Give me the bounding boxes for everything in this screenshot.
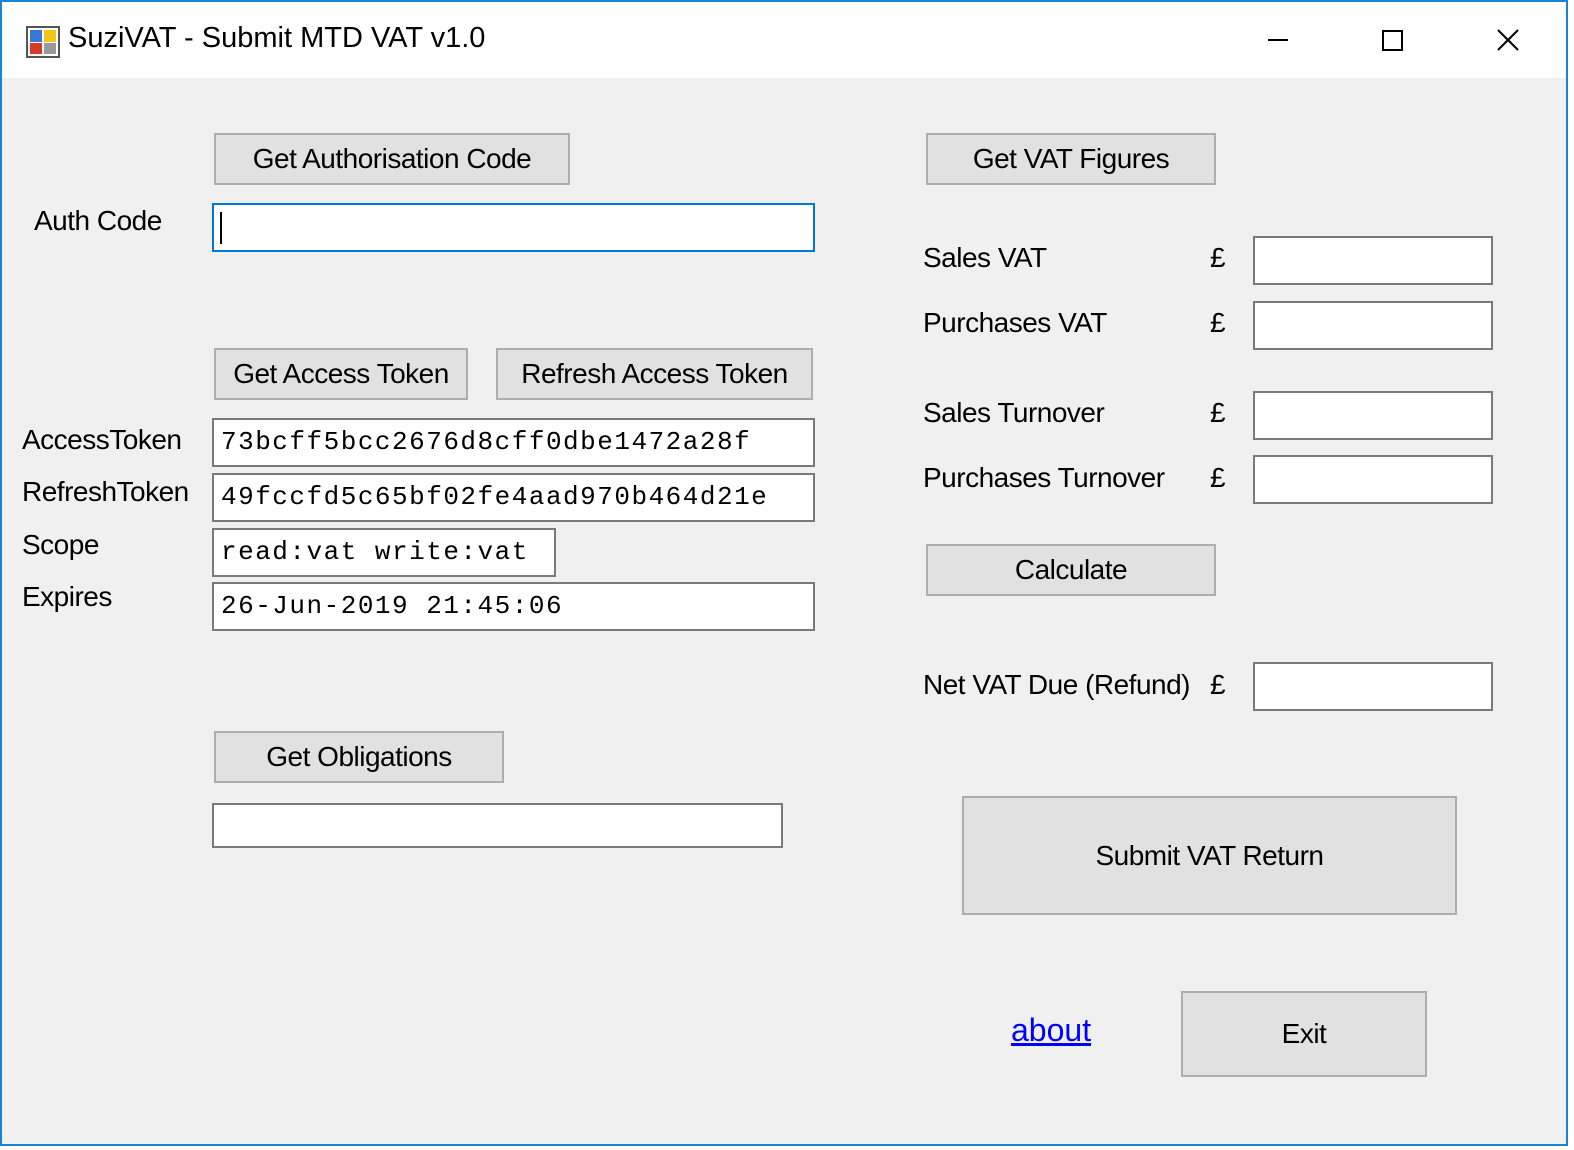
sales-vat-field[interactable] bbox=[1253, 236, 1493, 285]
maximize-icon bbox=[1382, 30, 1403, 51]
app-window: SuziVAT - Submit MTD VAT v1.0 Get Author… bbox=[0, 0, 1568, 1146]
refresh-token-label: RefreshToken bbox=[22, 476, 189, 507]
purchases-vat-currency: £ bbox=[1210, 307, 1226, 338]
access-token-label: AccessToken bbox=[22, 424, 182, 455]
purchases-turnover-field[interactable] bbox=[1253, 455, 1493, 504]
calculate-button[interactable]: Calculate bbox=[926, 544, 1216, 596]
title-bar[interactable]: SuziVAT - Submit MTD VAT v1.0 bbox=[2, 2, 1566, 78]
sales-vat-label: Sales VAT bbox=[923, 242, 1047, 273]
get-access-token-button[interactable]: Get Access Token bbox=[214, 348, 468, 400]
maximize-button[interactable] bbox=[1335, 2, 1450, 78]
purchases-turnover-currency: £ bbox=[1210, 462, 1226, 493]
close-button[interactable] bbox=[1450, 2, 1565, 78]
net-vat-due-label: Net VAT Due (Refund) bbox=[923, 669, 1191, 700]
purchases-vat-label: Purchases VAT bbox=[923, 307, 1107, 338]
app-icon bbox=[26, 26, 60, 58]
exit-button[interactable]: Exit bbox=[1181, 991, 1427, 1077]
scope-field[interactable]: read:vat write:vat bbox=[212, 528, 556, 577]
expires-label: Expires bbox=[22, 581, 112, 612]
get-authorisation-code-button[interactable]: Get Authorisation Code bbox=[214, 133, 570, 185]
about-link[interactable]: about bbox=[1011, 1012, 1091, 1049]
submit-vat-return-button[interactable]: Submit VAT Return bbox=[962, 796, 1457, 915]
auth-code-label: Auth Code bbox=[34, 205, 162, 236]
access-token-field[interactable]: 73bcff5bcc2676d8cff0dbe1472a28f bbox=[212, 418, 815, 467]
get-obligations-button[interactable]: Get Obligations bbox=[214, 731, 504, 783]
refresh-token-field[interactable]: 49fccfd5c65bf02fe4aad970b464d21e bbox=[212, 473, 815, 522]
get-vat-figures-button[interactable]: Get VAT Figures bbox=[926, 133, 1216, 185]
net-vat-due-currency: £ bbox=[1210, 669, 1226, 700]
refresh-access-token-button[interactable]: Refresh Access Token bbox=[496, 348, 813, 400]
scope-label: Scope bbox=[22, 529, 99, 560]
obligations-field[interactable] bbox=[212, 803, 783, 848]
minimize-icon bbox=[1268, 39, 1288, 41]
sales-vat-currency: £ bbox=[1210, 242, 1226, 273]
net-vat-due-field[interactable] bbox=[1253, 662, 1493, 711]
close-icon bbox=[1497, 29, 1519, 51]
purchases-turnover-label: Purchases Turnover bbox=[923, 462, 1165, 493]
window-title: SuziVAT - Submit MTD VAT v1.0 bbox=[68, 22, 486, 54]
sales-turnover-label: Sales Turnover bbox=[923, 397, 1105, 428]
sales-turnover-field[interactable] bbox=[1253, 391, 1493, 440]
minimize-button[interactable] bbox=[1220, 2, 1335, 78]
sales-turnover-currency: £ bbox=[1210, 397, 1226, 428]
text-caret bbox=[220, 212, 222, 244]
auth-code-field[interactable] bbox=[212, 203, 815, 252]
expires-field[interactable]: 26-Jun-2019 21:45:06 bbox=[212, 582, 815, 631]
purchases-vat-field[interactable] bbox=[1253, 301, 1493, 350]
